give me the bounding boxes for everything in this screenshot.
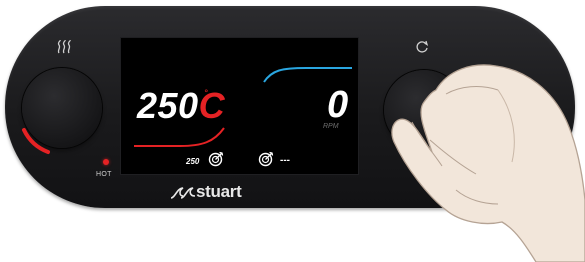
hot-label: HOT bbox=[96, 171, 112, 178]
temperature-unit: C bbox=[198, 85, 226, 126]
stuart-logo-mark bbox=[170, 187, 196, 199]
hot-indicator-light bbox=[103, 159, 109, 165]
temperature-degree-symbol: ° bbox=[204, 89, 209, 99]
speed-setpoint: --- bbox=[280, 155, 290, 166]
speed-target-icon bbox=[258, 151, 274, 167]
speed-value: 0 bbox=[327, 84, 349, 126]
speed-unit: RPM bbox=[323, 123, 339, 130]
brand-logo: stuart bbox=[196, 182, 242, 201]
temperature-setpoint: 250 bbox=[186, 157, 200, 166]
temperature-value: 250 bbox=[137, 85, 199, 126]
temperature-target-icon bbox=[208, 151, 224, 167]
temperature-knob[interactable] bbox=[22, 68, 102, 148]
temperature-readout: 250C bbox=[137, 88, 225, 124]
heat-waves-icon bbox=[57, 40, 71, 54]
hand-turning-knob bbox=[391, 64, 585, 262]
